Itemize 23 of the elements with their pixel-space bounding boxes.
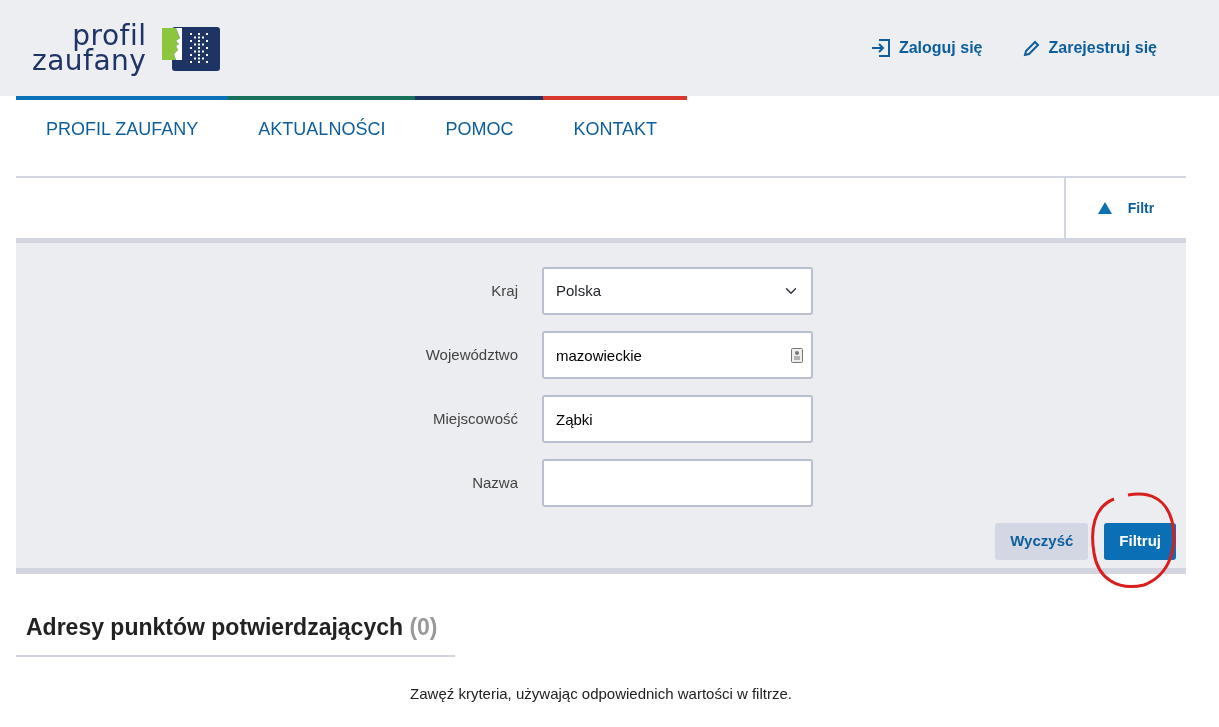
header-link[interactable]: Zarejestruj się: [1022, 36, 1157, 60]
nav-link[interactable]: KONTAKT: [543, 96, 688, 150]
clear-button[interactable]: Wyczyść: [995, 523, 1089, 560]
input-field[interactable]: mazowieckie: [542, 331, 813, 379]
login-icon: [870, 38, 891, 58]
nav-link[interactable]: AKTUALNOŚCI: [228, 96, 416, 150]
field-label: Kraj: [490, 280, 518, 301]
pencil-icon: [1022, 39, 1041, 57]
country-select[interactable]: Polska: [542, 267, 813, 315]
info-message: Zawęź kryteria, używając odpowiednich wartości w filtrze.: [409, 683, 793, 704]
triangle-up-icon: [1097, 202, 1112, 214]
field-label: Województwo: [424, 344, 518, 365]
filter-button[interactable]: Filtruj: [1104, 523, 1176, 560]
field-label: Miejscowość: [431, 408, 518, 429]
header-link[interactable]: Zaloguj się: [870, 36, 983, 60]
input-field[interactable]: [542, 459, 813, 507]
logo-icon: [162, 25, 221, 71]
contact-card-icon: [791, 348, 803, 363]
input-field[interactable]: Ząbki: [542, 395, 813, 443]
results-heading: Adresy punktów potwierdzających (0): [16, 598, 455, 657]
nav-link[interactable]: POMOC: [415, 96, 544, 150]
field-label: Nazwa: [471, 472, 518, 493]
nav-link[interactable]: PROFIL ZAUFANY: [16, 96, 229, 150]
